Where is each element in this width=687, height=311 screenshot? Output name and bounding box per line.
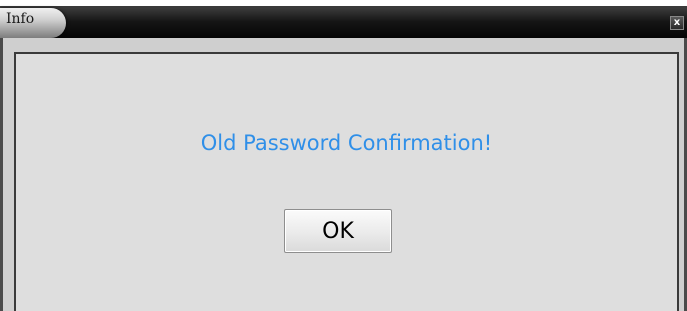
dialog-content-panel: Old Password Confirmation! OK [14,52,679,311]
title-tab: Info [0,8,66,38]
dialog-titlebar[interactable]: Info x [0,8,687,38]
dialog-title: Info [6,11,35,27]
info-dialog-window: Info x Old Password Confirmation! OK [0,0,687,311]
confirmation-message: Old Password Confirmation! [200,131,493,155]
close-button[interactable]: x [670,16,684,30]
dialog-frame: Old Password Confirmation! OK [0,38,687,311]
ok-button[interactable]: OK [284,209,392,253]
top-border-strip [0,0,687,8]
